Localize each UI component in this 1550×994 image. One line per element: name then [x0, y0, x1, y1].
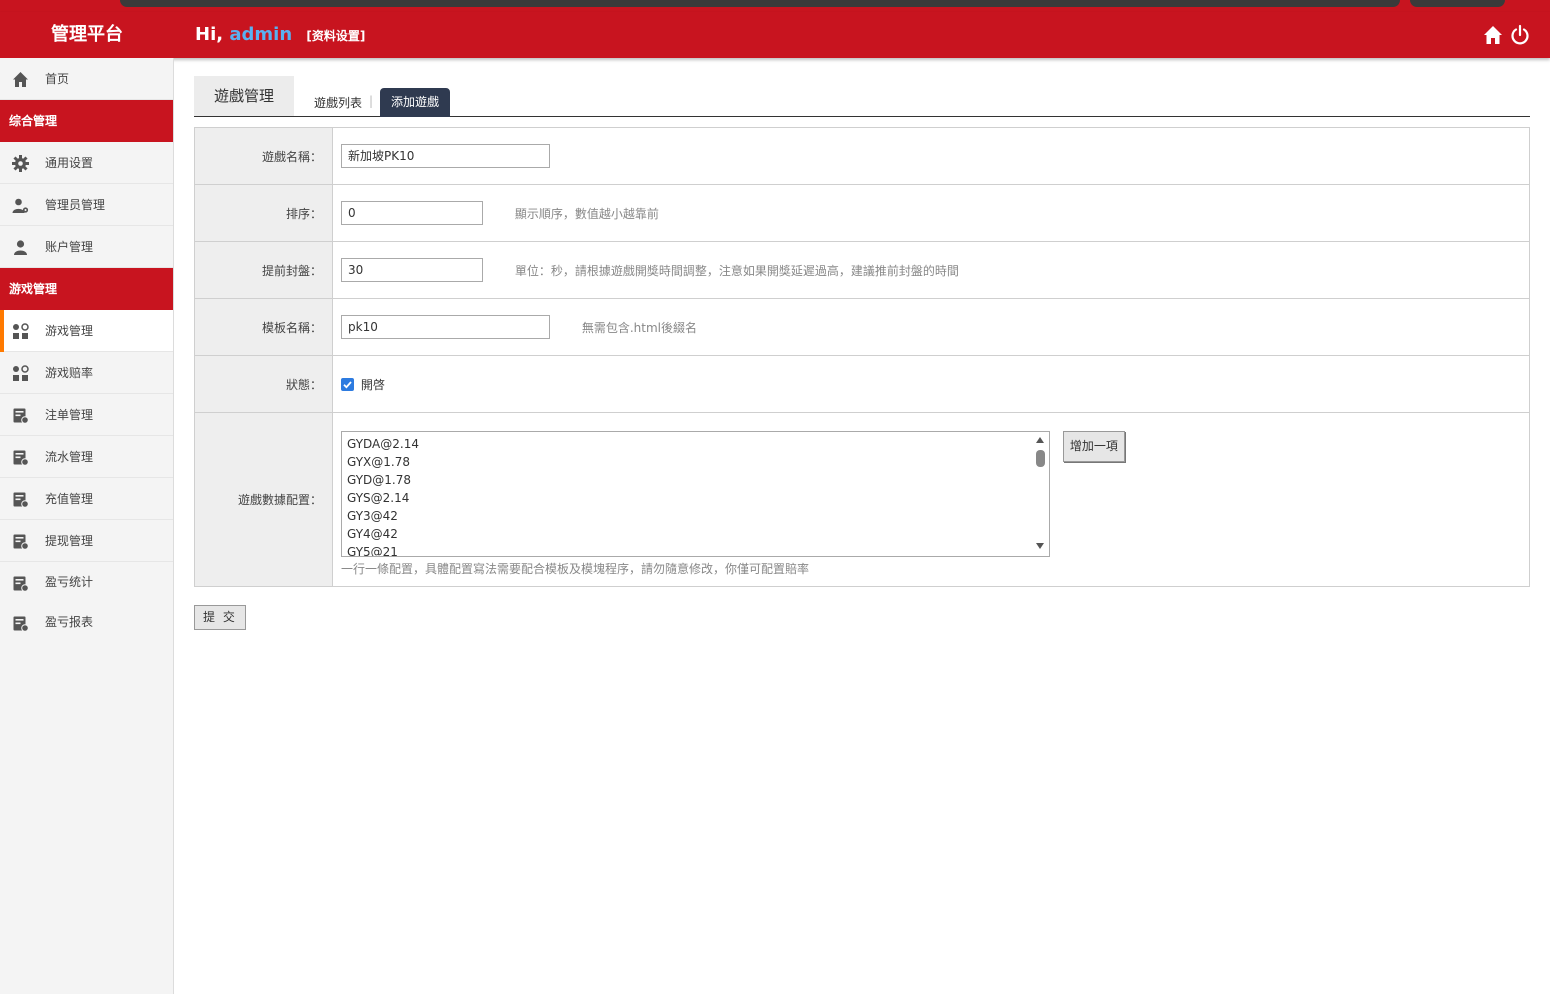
check-icon: [343, 380, 352, 389]
form-row-status: 狀態： 開啓: [194, 355, 1530, 413]
sidebar-item-label: 盈亏统计: [45, 575, 94, 589]
sidebar-item-bet-management[interactable]: 注单管理: [0, 394, 173, 436]
sidebar-item-profit-report[interactable]: 盈亏报表: [0, 602, 173, 642]
template-hint: 無需包含.html後綴名: [581, 320, 697, 335]
sidebar-item-label: 账户管理: [45, 240, 94, 254]
report-icon: [13, 408, 29, 424]
close-time-input[interactable]: 30: [341, 258, 483, 282]
tab-game-list[interactable]: 遊戲列表: [314, 94, 362, 111]
sidebar-item-label: 管理员管理: [45, 198, 106, 212]
sidebar-item-label: 游戏赔率: [45, 366, 94, 380]
greeting-text: Hi,: [195, 24, 224, 45]
game-form: 遊戲名稱： 新加坡PK10 排序： 0 顯示順序，數值越小越靠前 提前封盤： 3…: [194, 127, 1530, 587]
section-title-tab: 遊戲管理: [194, 76, 294, 116]
config-line: GY3@42: [347, 509, 398, 523]
greeting: Hi, admin [资料设置]: [195, 12, 365, 58]
tab-bar: 遊戲管理 遊戲列表 | 添加遊戲: [194, 58, 1530, 117]
sidebar-item-account-management[interactable]: 账户管理: [0, 226, 173, 268]
main-content: 遊戲管理 遊戲列表 | 添加遊戲 遊戲名稱： 新加坡PK10 排序： 0 顯示順…: [194, 58, 1530, 630]
field-label: 排序：: [194, 184, 333, 242]
config-textarea[interactable]: GYDA@2.14 GYX@1.78 GYD@1.78 GYS@2.14 GY3@42 G…: [341, 431, 1050, 557]
brand-title: 管理平台: [51, 24, 123, 45]
sidebar-item-home[interactable]: 首页: [0, 58, 173, 100]
browser-top-strip: [0, 0, 1550, 12]
apps-icon: [13, 365, 29, 381]
report-icon: [13, 616, 29, 632]
form-row-template: 模板名稱： pk10 無需包含.html後綴名: [194, 298, 1530, 356]
sidebar: 首页 综合管理 通用设置 管理员管理 账户管理 游戏管理 游戏管理 游戏赔率 注…: [0, 58, 174, 994]
submit-button[interactable]: 提 交: [194, 605, 246, 630]
textarea-scrollbar[interactable]: [1032, 432, 1049, 556]
game-name-input[interactable]: 新加坡PK10: [341, 144, 550, 168]
power-icon[interactable]: [1509, 24, 1531, 46]
config-line: GYD@1.78: [347, 473, 411, 487]
config-lines: GYDA@2.14 GYX@1.78 GYD@1.78 GYS@2.14 GY3@42 G…: [347, 435, 419, 557]
browser-bar: [1410, 0, 1505, 7]
top-header: 管理平台 Hi, admin [资料设置]: [0, 12, 1550, 58]
sidebar-item-label: 提现管理: [45, 534, 94, 548]
close-time-hint: 單位：秒，請根據遊戲開獎時間調整，注意如果開獎延遲過高，建議推前封盤的時間: [514, 263, 959, 278]
sidebar-item-label: 首页: [45, 72, 70, 86]
scroll-thumb[interactable]: [1036, 450, 1045, 467]
config-line: GYDA@2.14: [347, 437, 419, 451]
field-label: 遊戲名稱：: [194, 127, 333, 185]
sidebar-section-general: 综合管理: [0, 100, 173, 142]
sidebar-item-label: 游戏管理: [45, 324, 94, 338]
template-input[interactable]: pk10: [341, 315, 550, 339]
field-label: 提前封盤：: [194, 241, 333, 299]
home-icon[interactable]: [1482, 24, 1504, 46]
gear-icon: [12, 155, 29, 172]
user-icon: [14, 240, 27, 255]
home-icon: [13, 72, 28, 87]
sort-input[interactable]: 0: [341, 201, 483, 225]
sidebar-item-label: 通用设置: [45, 156, 94, 170]
apps-icon: [13, 323, 29, 339]
report-icon: [13, 492, 29, 508]
config-line: GY5@21: [347, 545, 398, 557]
scroll-down-arrow-icon[interactable]: [1036, 543, 1044, 549]
report-icon: [13, 576, 29, 592]
config-line: GYX@1.78: [347, 455, 410, 469]
config-hint: 一行一條配置，具體配置寫法需要配合模板及模塊程序，請勿隨意修改，你僅可配置賠率: [341, 562, 810, 576]
add-item-button[interactable]: 增加一項: [1062, 431, 1125, 462]
sidebar-item-label: 流水管理: [45, 450, 94, 464]
sidebar-item-profit-stats[interactable]: 盈亏统计: [0, 562, 173, 602]
tab-separator: |: [369, 94, 374, 108]
sort-hint: 顯示順序，數值越小越靠前: [514, 206, 659, 221]
sidebar-item-label: 注单管理: [45, 408, 94, 422]
form-row-config: 遊戲數據配置： GYDA@2.14 GYX@1.78 GYD@1.78 GYS@2.1…: [194, 412, 1530, 587]
sidebar-item-game-odds[interactable]: 游戏赔率: [0, 352, 173, 394]
sidebar-item-recharge-management[interactable]: 充值管理: [0, 478, 173, 520]
sidebar-section-games: 游戏管理: [0, 268, 173, 310]
sidebar-item-game-management[interactable]: 游戏管理: [0, 310, 173, 352]
profile-settings-link[interactable]: [资料设置]: [306, 29, 365, 43]
browser-bar: [120, 0, 1400, 7]
status-checkbox-label: 開啓: [360, 377, 385, 392]
scroll-up-arrow-icon[interactable]: [1036, 437, 1044, 443]
report-icon: [13, 450, 29, 466]
report-icon: [13, 534, 29, 550]
user-gear-icon: [12, 198, 29, 213]
field-label: 遊戲數據配置：: [194, 412, 333, 587]
sidebar-item-label: 充值管理: [45, 492, 94, 506]
sidebar-item-admin-management[interactable]: 管理员管理: [0, 184, 173, 226]
sidebar-item-label: 盈亏报表: [45, 615, 94, 629]
field-label: 模板名稱：: [194, 298, 333, 356]
sidebar-item-general-settings[interactable]: 通用设置: [0, 142, 173, 184]
form-row-sort: 排序： 0 顯示順序，數值越小越靠前: [194, 184, 1530, 242]
status-checkbox[interactable]: [341, 377, 354, 391]
tab-add-game[interactable]: 添加遊戲: [380, 88, 451, 117]
field-label: 狀態：: [194, 355, 333, 413]
username: admin: [229, 24, 293, 45]
config-line: GY4@42: [347, 527, 398, 541]
sidebar-item-withdraw-management[interactable]: 提现管理: [0, 520, 173, 562]
config-line: GYS@2.14: [347, 491, 410, 505]
form-row-close-time: 提前封盤： 30 單位：秒，請根據遊戲開獎時間調整，注意如果開獎延遲過高，建議推…: [194, 241, 1530, 299]
form-row-name: 遊戲名稱： 新加坡PK10: [194, 127, 1530, 185]
sidebar-item-flow-management[interactable]: 流水管理: [0, 436, 173, 478]
